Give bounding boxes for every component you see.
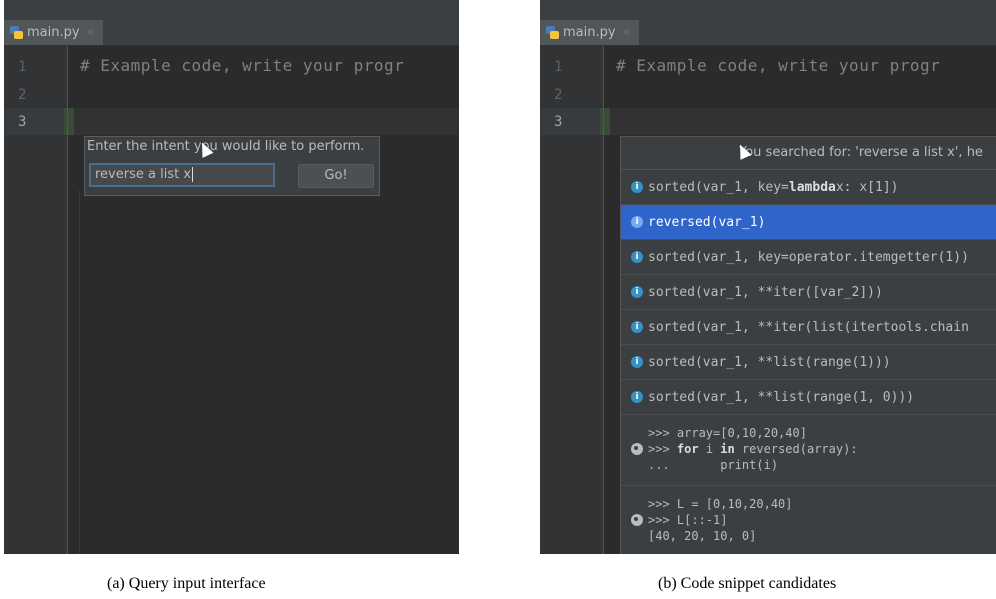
tab-label: main.py	[27, 25, 80, 40]
candidate-text: sorted(var_1, **list(range(1, 0)))	[648, 389, 915, 405]
current-line-gutter	[4, 108, 68, 135]
candidate-item[interactable]: i sorted(var_1, key=operator.itemgetter(1…	[621, 240, 996, 275]
tab-label: main.py	[563, 25, 616, 40]
candidate-item[interactable]: i sorted(var_1, **list(range(1, 0)))	[621, 380, 996, 415]
intent-input-value: reverse a list x	[95, 167, 192, 182]
toolbar	[540, 0, 996, 20]
info-icon: i	[631, 216, 643, 228]
line-number: 2	[18, 87, 27, 103]
search-summary: You searched for: 'reverse a list x', he	[621, 137, 996, 170]
close-icon[interactable]: ✕	[86, 26, 95, 39]
change-marker	[600, 108, 610, 135]
candidate-text: sorted(var_1, **iter(list(itertools.chai…	[648, 319, 969, 335]
candidate-item[interactable]: i sorted(var_1, **iter([var_2]))	[621, 275, 996, 310]
caption-a: (a) Query input interface	[107, 575, 266, 592]
snippet-line: [40, 20, 10, 0]	[648, 529, 757, 543]
line-number: 2	[554, 87, 563, 103]
toolbar	[4, 0, 459, 20]
code-line-comment[interactable]: # Example code, write your progr	[80, 56, 404, 75]
candidate-item[interactable]: i sorted(var_1, **list(range(1)))	[621, 345, 996, 380]
tab-main-py[interactable]: main.py ✕	[540, 20, 639, 45]
candidate-item[interactable]: i sorted(var_1, key= lambda x: x[1])	[621, 170, 996, 205]
snippet-text: i	[698, 442, 721, 456]
line-number: 1	[18, 59, 27, 75]
line-number: 3	[554, 114, 563, 130]
suggestion-popup: You searched for: 'reverse a list x', he…	[620, 136, 996, 554]
line-number: 3	[18, 114, 27, 130]
close-icon[interactable]: ✕	[622, 26, 631, 39]
panel-query-input: main.py ✕ 1 2 3 # Example code, write yo…	[4, 0, 459, 554]
right-margin-guide	[79, 190, 80, 554]
info-icon: i	[631, 286, 643, 298]
gutter-divider	[67, 46, 68, 554]
change-marker	[64, 108, 74, 135]
gutter-divider	[603, 46, 604, 554]
intent-input[interactable]: reverse a list x	[89, 163, 275, 187]
candidate-item[interactable]: i sorted(var_1, **iter(list(itertools.cha…	[621, 310, 996, 345]
info-icon: i	[631, 181, 643, 193]
info-icon: i	[631, 321, 643, 333]
snippet-line: >>> array=[0,10,20,40]	[648, 426, 807, 440]
snippet-item[interactable]: >>> L = [0,10,20,40] >>> L[::-1] [40, 20…	[621, 486, 996, 554]
tab-main-py[interactable]: main.py ✕	[4, 20, 103, 45]
snippet-text: reversed(array):	[734, 442, 858, 456]
candidate-text: sorted(var_1, key=	[648, 179, 789, 195]
tab-bar: main.py ✕	[540, 20, 996, 46]
dialog-label: Enter the intent you would like to perfo…	[87, 139, 365, 154]
info-icon: i	[631, 251, 643, 263]
candidate-text: sorted(var_1, **list(range(1)))	[648, 354, 891, 370]
code-line-comment[interactable]: # Example code, write your progr	[616, 56, 940, 75]
candidate-text: reversed(var_1)	[648, 214, 766, 230]
candidate-list: i sorted(var_1, key= lambda x: x[1]) i rever…	[621, 170, 996, 415]
candidate-text: x: x[1])	[835, 179, 899, 195]
candidate-item[interactable]: i reversed(var_1)	[621, 205, 996, 240]
python-file-icon	[546, 26, 559, 39]
snippet-line: ... print(i)	[648, 458, 779, 472]
globe-icon	[631, 443, 643, 455]
current-line-gutter	[540, 108, 604, 135]
caption-b: (b) Code snippet candidates	[658, 575, 837, 592]
tab-bar: main.py ✕	[4, 20, 459, 46]
globe-icon	[631, 514, 643, 526]
text-cursor	[192, 167, 194, 182]
candidate-text: sorted(var_1, **iter([var_2]))	[648, 284, 883, 300]
snippet-keyword: for	[676, 442, 699, 456]
candidate-keyword: lambda	[788, 179, 836, 195]
python-file-icon	[10, 26, 23, 39]
snippet-line: >>> L[::-1]	[648, 513, 728, 527]
line-number: 1	[554, 59, 563, 75]
snippet-keyword: in	[720, 442, 735, 456]
snippet-line: >>> L = [0,10,20,40]	[648, 497, 793, 511]
panel-code-candidates: main.py ✕ 1 2 3 # Example code, write yo…	[540, 0, 996, 554]
info-icon: i	[631, 356, 643, 368]
intent-dialog: Enter the intent you would like to perfo…	[84, 136, 380, 196]
snippet-item[interactable]: >>> array=[0,10,20,40] >>> for i in reve…	[621, 415, 996, 486]
candidate-text: sorted(var_1, key=operator.itemgetter(1)…	[648, 249, 969, 265]
info-icon: i	[631, 391, 643, 403]
go-button[interactable]: Go!	[298, 164, 374, 188]
snippet-prompt: >>>	[648, 442, 677, 456]
